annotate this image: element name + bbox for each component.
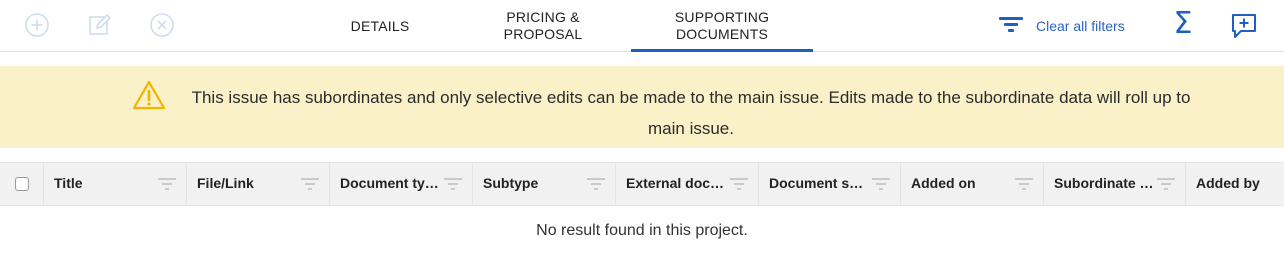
column-label: Added on [911,175,976,191]
column-header-title[interactable]: Title [44,163,187,205]
subordinate-warning-banner: This issue has subordinates and only sel… [0,66,1284,148]
column-label: Document s… [769,175,864,191]
column-header-subordinate[interactable]: Subordinate … [1044,163,1186,205]
warning-icon [131,79,167,111]
column-filter-icon[interactable] [730,176,748,192]
column-label: Subordinate … [1054,175,1154,191]
clear-filters-button[interactable]: Clear all filters [998,14,1125,38]
banner-message: This issue has subordinates and only sel… [191,88,1191,138]
tab-supporting-documents-label: SUPPORTING DOCUMENTS [674,9,770,42]
column-header-file-link[interactable]: File/Link [187,163,330,205]
toolbar: DETAILS PRICING & PROPOSAL SUPPORTING DO… [0,0,1284,52]
column-label: Title [54,175,83,191]
close-circle-icon[interactable] [148,11,176,39]
column-filter-icon[interactable] [1157,176,1175,192]
column-filter-icon[interactable] [301,176,319,192]
tab-details-label: DETAILS [350,17,410,34]
column-filter-icon[interactable] [872,176,890,192]
column-label: External doc… [626,175,725,191]
select-all-cell [0,163,44,205]
tab-supporting-documents[interactable]: SUPPORTING DOCUMENTS [631,0,813,52]
column-header-document-type[interactable]: Document ty… [330,163,473,205]
empty-state-message: No result found in this project. [536,222,748,239]
add-circle-icon[interactable] [23,11,51,39]
column-label: Added by [1196,175,1260,191]
sigma-icon[interactable]: Σ [1168,8,1198,40]
tab-details[interactable]: DETAILS [330,0,430,52]
column-label: Subtype [483,175,539,191]
column-filter-icon[interactable] [158,176,176,192]
column-header-external-document[interactable]: External doc… [616,163,759,205]
column-filter-icon[interactable] [587,176,605,192]
column-header-subtype[interactable]: Subtype [473,163,616,205]
edit-icon[interactable] [86,11,114,39]
select-all-checkbox[interactable] [14,177,29,191]
filter-icon [998,14,1024,39]
column-header-added-on[interactable]: Added on [901,163,1044,205]
clear-filters-label: Clear all filters [1036,18,1125,34]
column-header-added-by[interactable]: Added by [1186,163,1284,205]
column-label: Document ty… [340,175,439,191]
tab-pricing-proposal-label: PRICING & PROPOSAL [503,9,583,42]
tab-pricing-proposal[interactable]: PRICING & PROPOSAL [483,0,603,52]
column-label: File/Link [197,175,254,191]
column-filter-icon[interactable] [444,176,462,192]
add-comment-icon[interactable] [1230,12,1258,40]
column-filter-icon[interactable] [1015,176,1033,192]
column-header-document-status[interactable]: Document s… [759,163,901,205]
table-header: Title File/Link Document ty… Subtype Ext… [0,162,1284,206]
